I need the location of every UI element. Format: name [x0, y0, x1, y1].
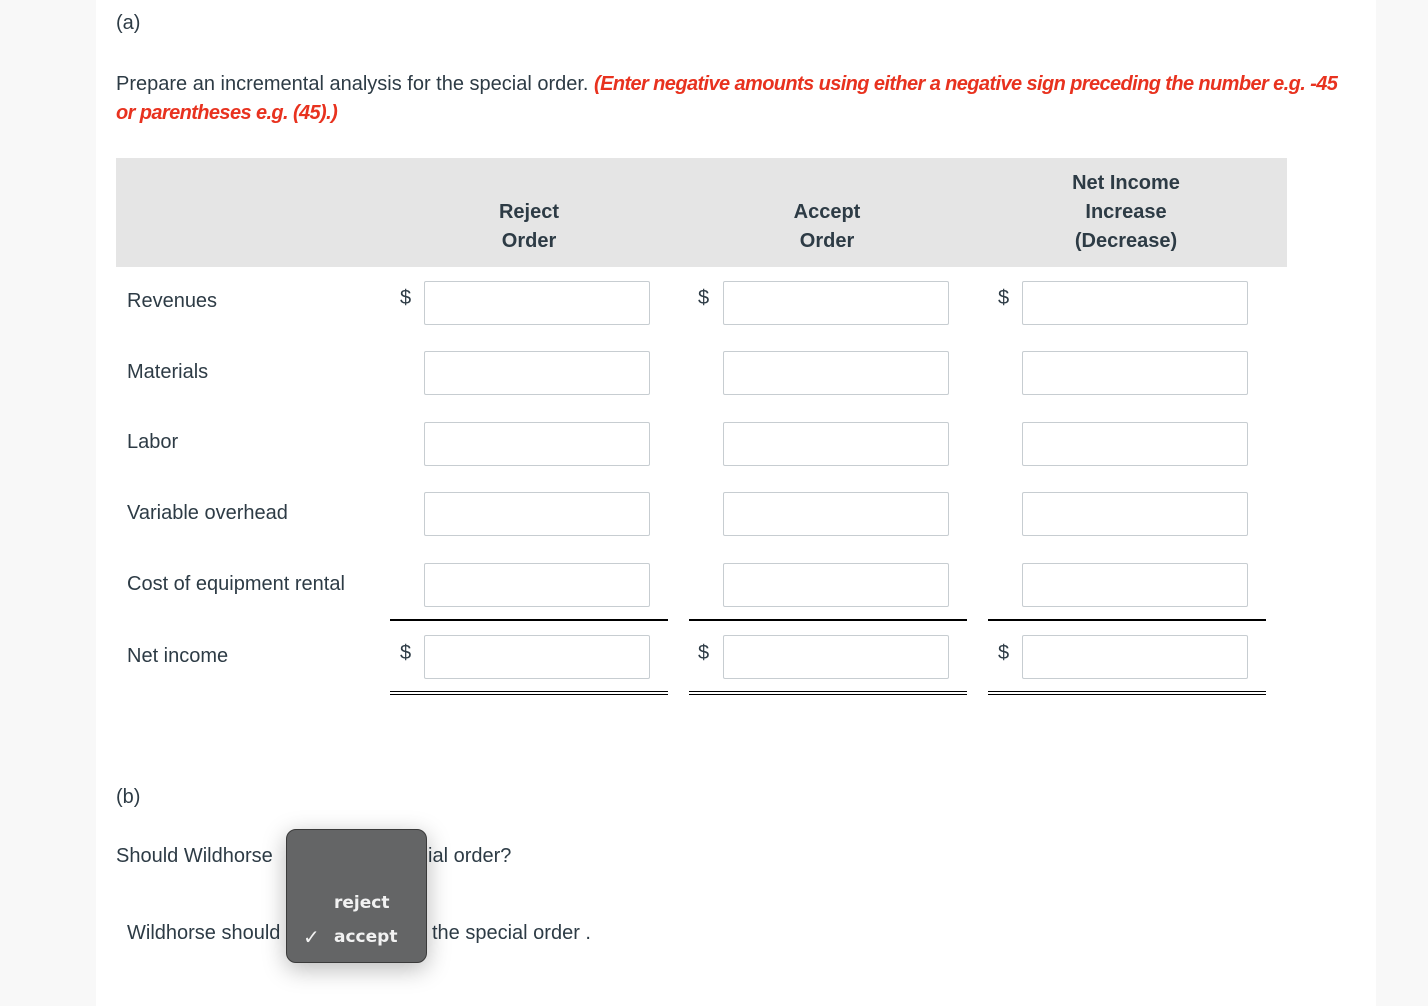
total-double-rule — [689, 691, 967, 695]
labor-accept-input[interactable] — [723, 422, 949, 466]
instructions: Prepare an incremental analysis for the … — [116, 70, 1356, 128]
equipment-rental-accept-input[interactable] — [723, 563, 949, 607]
question-text-left: Should Wildhorse — [116, 845, 273, 867]
labor-reject-input[interactable] — [424, 422, 650, 466]
revenues-net-change-input[interactable] — [1022, 281, 1248, 325]
total-double-rule — [988, 691, 1266, 695]
revenues-reject-input[interactable] — [424, 281, 650, 325]
currency-symbol: $ — [698, 642, 710, 664]
column-header-reject-order: Reject Order — [498, 201, 560, 252]
currency-symbol: $ — [400, 287, 412, 309]
checkmark-icon: ✓ — [303, 925, 320, 949]
currency-symbol: $ — [698, 287, 710, 309]
materials-accept-input[interactable] — [723, 351, 949, 395]
row-label-variable-overhead: Variable overhead — [127, 502, 288, 524]
row-label-materials: Materials — [127, 361, 209, 383]
variable-overhead-accept-input[interactable] — [723, 492, 949, 536]
part-a-label: (a) — [116, 12, 141, 34]
currency-symbol: $ — [998, 642, 1010, 664]
currency-symbol: $ — [400, 642, 412, 664]
net-income-net-change-input[interactable] — [1022, 635, 1248, 679]
row-label-equipment-rental: Cost of equipment rental — [127, 573, 345, 595]
revenues-accept-input[interactable] — [723, 281, 949, 325]
subtotal-rule — [390, 619, 668, 621]
row-label-net-income: Net income — [127, 645, 229, 667]
equipment-rental-net-change-input[interactable] — [1022, 563, 1248, 607]
question-text-right: ial order? — [428, 845, 512, 867]
materials-reject-input[interactable] — [424, 351, 650, 395]
subtotal-rule — [689, 619, 967, 621]
row-label-labor: Labor — [127, 431, 179, 453]
row-label-revenues: Revenues — [127, 290, 218, 312]
answer-text-right: the special order . — [432, 922, 591, 944]
part-b-label: (b) — [116, 786, 141, 808]
currency-symbol: $ — [998, 287, 1010, 309]
net-income-accept-input[interactable] — [723, 635, 949, 679]
column-header-net-income-change: Net Income Increase (Decrease) — [1072, 172, 1180, 252]
instruction-text: Prepare an incremental analysis for the … — [116, 73, 589, 95]
column-header-accept-order: Accept Order — [793, 201, 861, 252]
subtotal-rule — [988, 619, 1266, 621]
total-double-rule — [390, 691, 668, 695]
equipment-rental-reject-input[interactable] — [424, 563, 650, 607]
dropdown-option-accept[interactable]: ✓ accept — [287, 924, 426, 952]
labor-net-change-input[interactable] — [1022, 422, 1248, 466]
variable-overhead-reject-input[interactable] — [424, 492, 650, 536]
answer-text-left: Wildhorse should — [127, 922, 281, 944]
materials-net-change-input[interactable] — [1022, 351, 1248, 395]
net-income-reject-input[interactable] — [424, 635, 650, 679]
decision-dropdown-menu[interactable]: reject ✓ accept — [286, 829, 427, 963]
dropdown-option-reject[interactable]: reject — [287, 890, 426, 918]
variable-overhead-net-change-input[interactable] — [1022, 492, 1248, 536]
